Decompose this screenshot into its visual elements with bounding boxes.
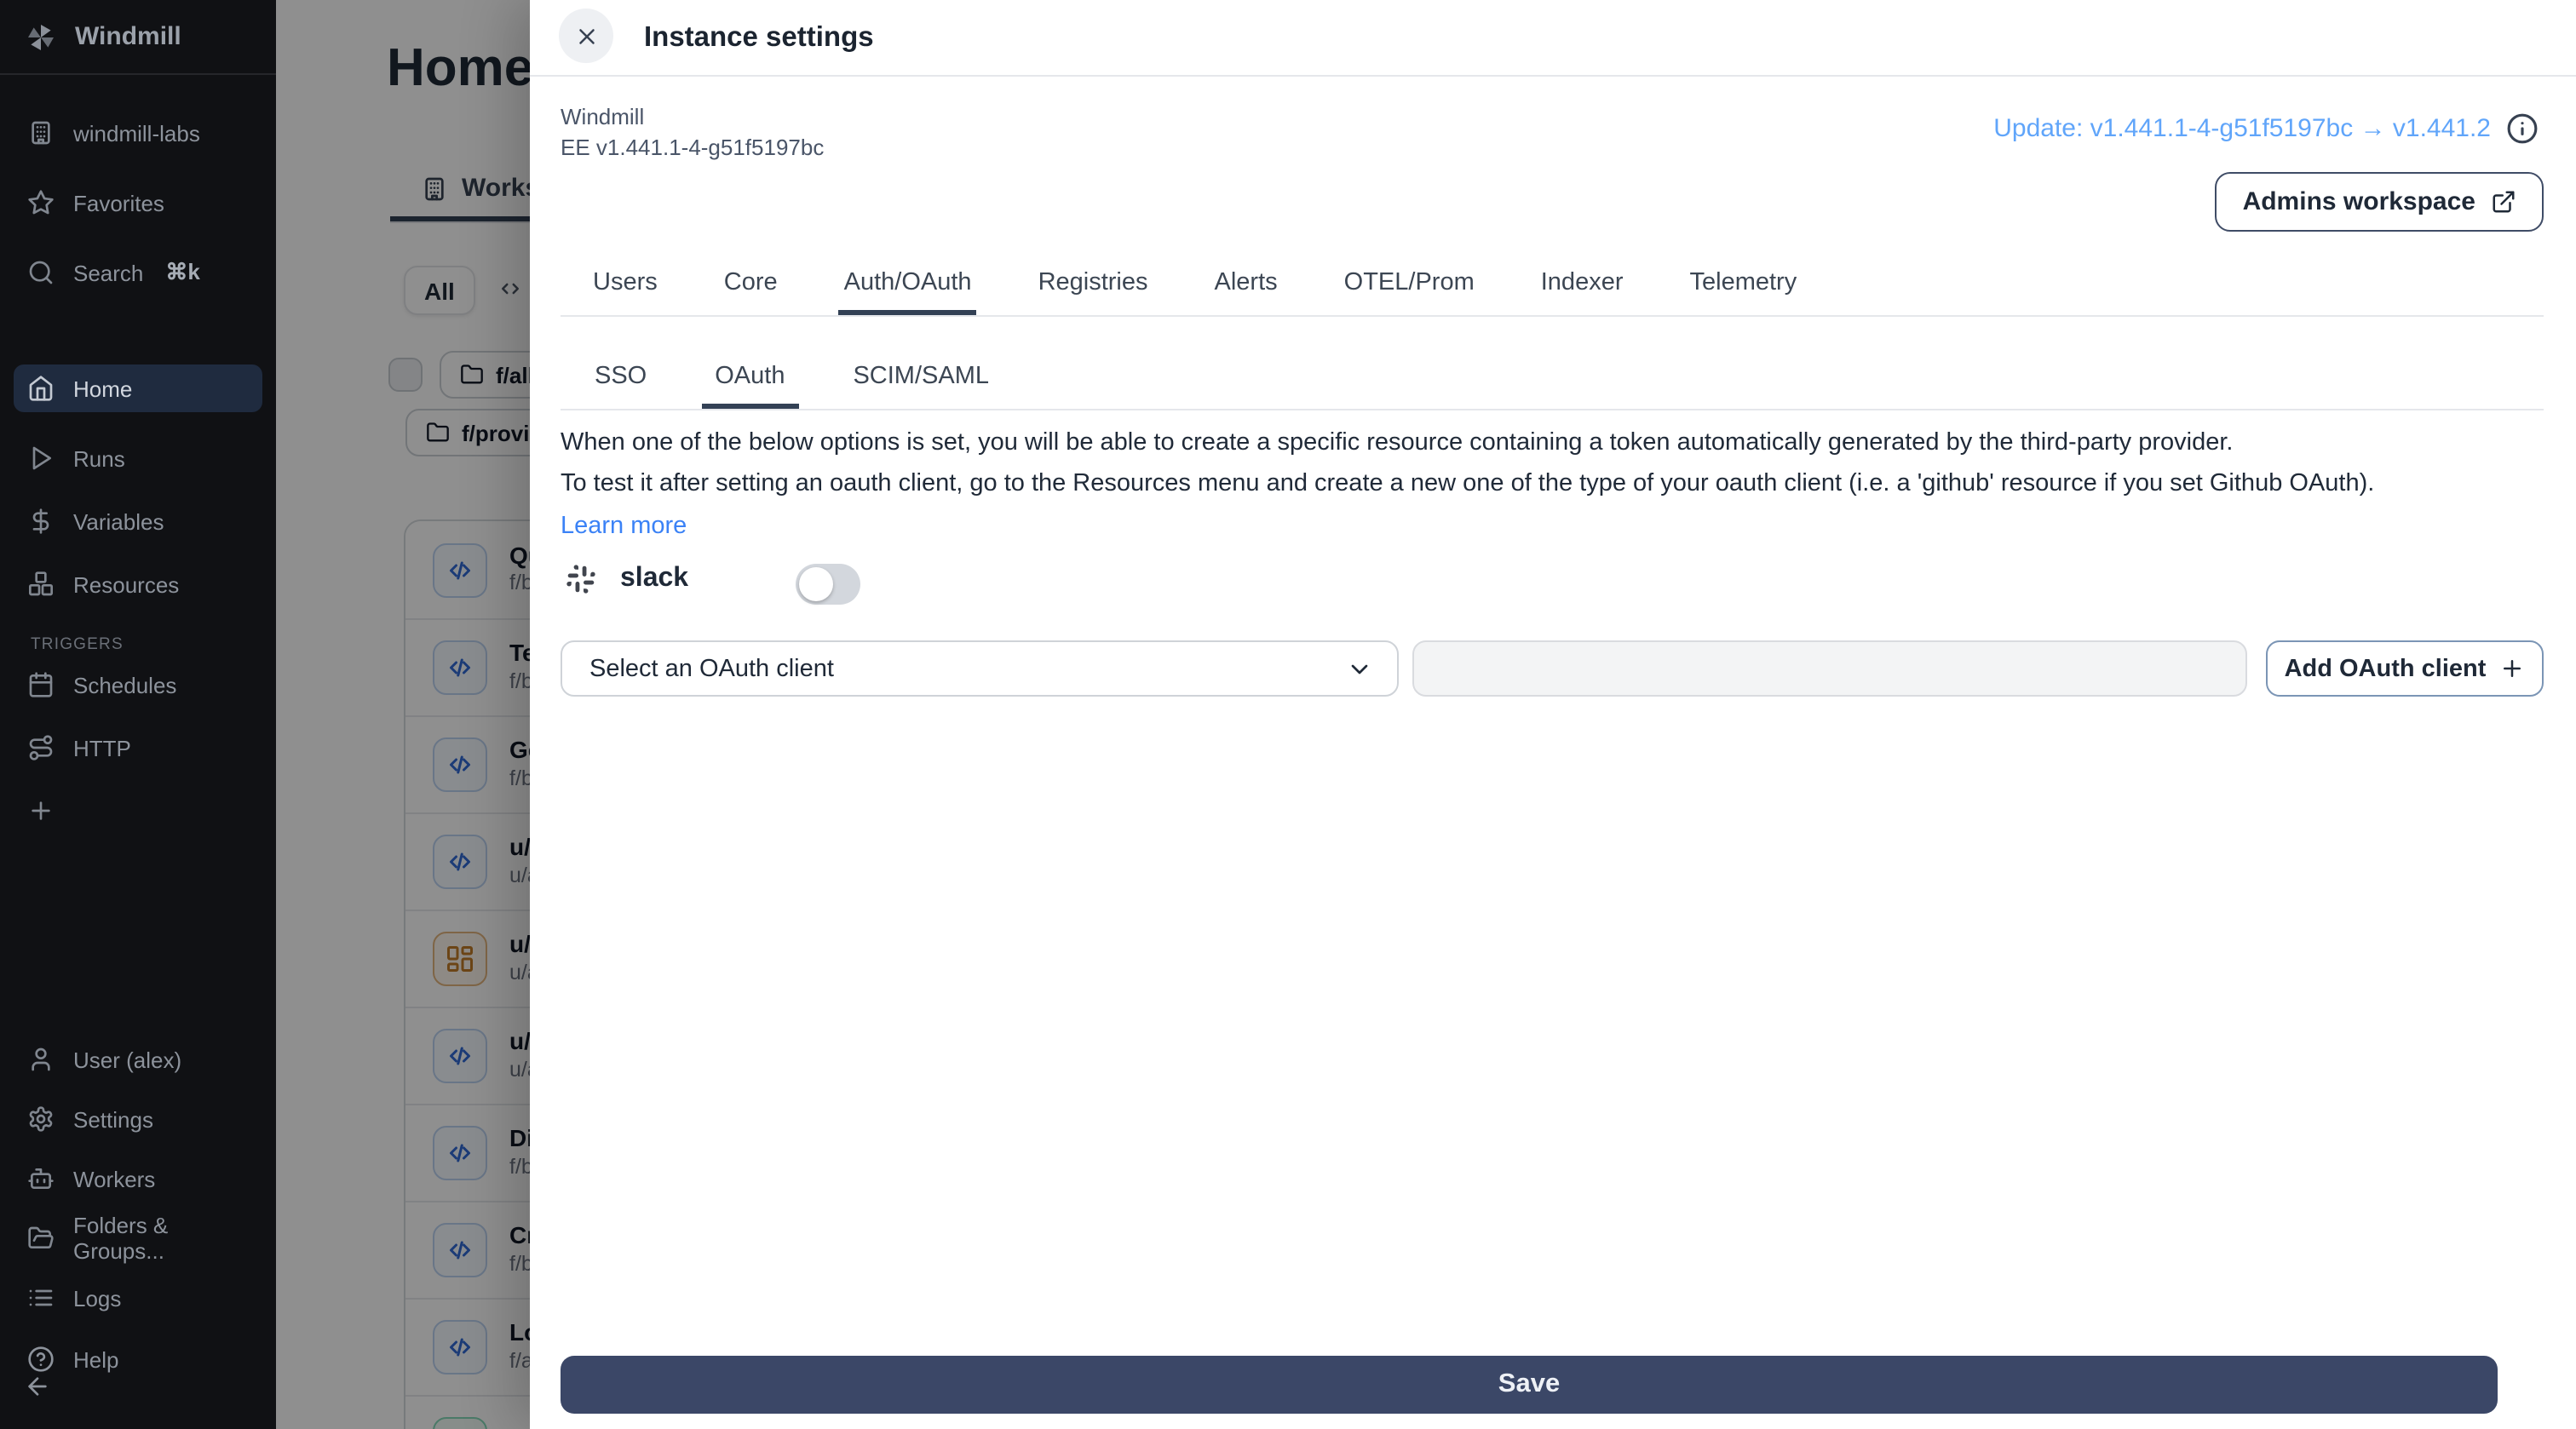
list-icon [27,1284,55,1311]
user-icon [27,1046,55,1073]
subtab-oauth[interactable]: OAuth [701,349,799,409]
client-secret-input[interactable] [1412,640,2247,697]
tab-auth-oauth[interactable]: Auth/OAuth [838,255,977,315]
slack-provider-row: slack [566,564,688,594]
app-title: Windmill [75,22,181,51]
tab-indexer[interactable]: Indexer [1536,255,1629,315]
subtab-sso[interactable]: SSO [581,349,660,409]
gear-icon [27,1105,55,1133]
provider-name: slack [620,564,689,593]
search-icon [27,259,55,286]
tab-registries[interactable]: Registries [1033,255,1153,315]
save-button[interactable]: Save [561,1356,2498,1414]
windmill-app: Home Works All f/all f/provide Qu f/bd f… [0,0,2576,1429]
collapse-sidebar-icon[interactable] [24,1373,51,1400]
slack-icon [566,564,596,594]
plus-icon [2499,656,2525,681]
sidebar-nav: windmill-labs Favorites Search ⌘k Home R… [0,75,276,835]
chevron-down-icon [1346,655,1373,682]
sidebar-item-user[interactable]: User (alex) [14,1036,262,1083]
triggers-section-label: TRIGGERS [31,635,124,654]
tab-core[interactable]: Core [719,255,783,315]
sidebar-item-schedules[interactable]: Schedules [14,661,262,709]
settings-tabs: Users Core Auth/OAuth Registries Alerts … [561,255,2544,317]
dollar-icon [27,508,55,535]
help-circle-icon [27,1346,55,1373]
close-icon [573,23,599,49]
toggle-knob [799,567,833,601]
sidebar-item-workspace[interactable]: windmill-labs [14,109,262,157]
subtab-scim-saml[interactable]: SCIM/SAML [839,349,1003,409]
building-icon [27,119,55,146]
close-button[interactable] [559,9,613,63]
cubes-icon [27,571,55,598]
info-icon[interactable] [2506,112,2539,145]
drawer-title: Instance settings [644,22,874,53]
sidebar-item-runs[interactable]: Runs [14,434,262,482]
home-icon [27,375,55,402]
admins-workspace-button[interactable]: Admins workspace [2215,172,2544,232]
plus-icon [27,797,55,824]
sidebar-item-http[interactable]: HTTP [14,724,262,772]
star-icon [27,189,55,216]
route-icon [27,734,55,761]
auth-subtabs: SSO OAuth SCIM/SAML [561,349,2544,410]
sidebar-item-logs[interactable]: Logs [14,1274,262,1322]
app-logo-row[interactable]: Windmill [0,0,276,75]
external-link-icon [2491,189,2516,215]
tab-alerts[interactable]: Alerts [1210,255,1283,315]
calendar-icon [27,671,55,698]
play-icon [27,445,55,472]
sidebar-item-resources[interactable]: Resources [14,560,262,608]
oauth-client-select[interactable]: Select an OAuth client [561,640,1399,697]
sidebar: Windmill windmill-labs Favorites Search … [0,0,276,1429]
tab-otel-prom[interactable]: OTEL/Prom [1339,255,1480,315]
sidebar-bottom-nav: User (alex) Settings Workers Folders & G… [14,1036,262,1334]
oauth-description-line2: To test it after setting an oauth client… [561,470,2375,497]
bot-icon [27,1165,55,1192]
sidebar-item-favorites[interactable]: Favorites [14,179,262,227]
folder-open-icon [27,1225,55,1252]
sidebar-item-variables[interactable]: Variables [14,497,262,545]
add-trigger-button[interactable] [14,787,262,835]
oauth-client-select-value: Select an OAuth client [589,655,834,682]
sidebar-item-search[interactable]: Search ⌘k [14,249,262,296]
windmill-logo-icon [24,20,58,54]
sidebar-item-help[interactable]: Help [17,1346,129,1373]
tab-telemetry[interactable]: Telemetry [1685,255,1803,315]
tab-users[interactable]: Users [588,255,663,315]
learn-more-link[interactable]: Learn more [561,513,687,540]
add-oauth-client-button[interactable]: Add OAuth client [2266,640,2544,697]
sidebar-item-settings[interactable]: Settings [14,1095,262,1143]
slack-enable-toggle[interactable] [796,564,860,605]
sidebar-item-folders-groups[interactable]: Folders & Groups... [14,1213,262,1264]
search-shortcut: ⌘k [165,259,200,284]
instance-name: Windmill [561,104,645,129]
instance-settings-drawer: Instance settings Windmill EE v1.441.1-4… [530,0,2576,1429]
sidebar-item-workers[interactable]: Workers [14,1155,262,1202]
update-version-link[interactable]: Update: v1.441.1-4-g51f5197bc → v1.441.2 [1993,114,2491,143]
oauth-description-line1: When one of the below options is set, yo… [561,429,2234,456]
sidebar-item-home[interactable]: Home [14,364,262,412]
instance-version: EE v1.441.1-4-g51f5197bc [561,135,825,160]
